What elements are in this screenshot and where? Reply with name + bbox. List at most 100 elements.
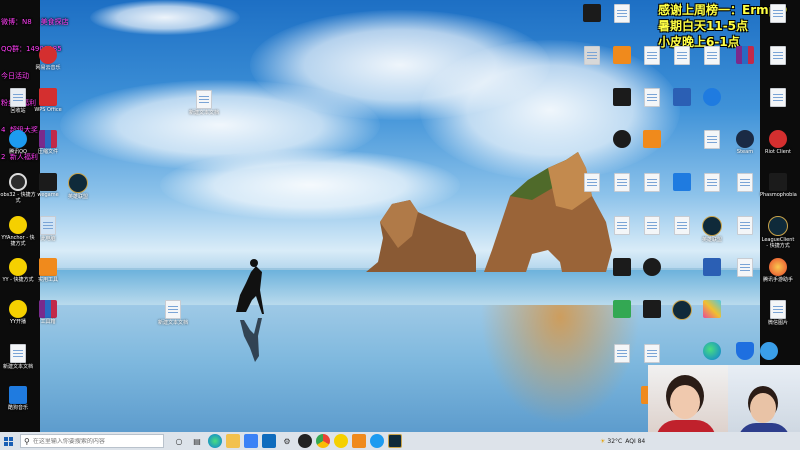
- desktop-icon-doc[interactable]: [727, 258, 763, 278]
- yy-icon: [9, 300, 27, 318]
- desktop-icon-text-doc[interactable]: 新建文本文档: [0, 344, 36, 370]
- desktop-icon-doc[interactable]: [694, 46, 730, 66]
- desktop-icon-toolbox[interactable]: 工具箱: [30, 300, 66, 325]
- desktop-icon-archive[interactable]: [727, 46, 763, 65]
- desktop-icon-label: Riot Client: [765, 149, 791, 155]
- document-icon: [704, 46, 720, 65]
- desktop-icon-center-doc2[interactable]: 新建文本文档: [155, 300, 191, 326]
- desktop-icon-label: 回收站: [10, 108, 26, 114]
- desktop-icon-doc[interactable]: [694, 258, 730, 277]
- desktop-icon-archive[interactable]: 压缩文件: [30, 130, 66, 155]
- document-icon: [614, 344, 630, 363]
- explorer-icon[interactable]: [226, 434, 240, 448]
- desktop-icon-search[interactable]: [694, 88, 730, 107]
- start-button[interactable]: [0, 432, 16, 450]
- desktop-icon-image[interactable]: 微信图片: [760, 300, 796, 326]
- desktop-icon-lol[interactable]: 英雄联盟: [694, 216, 730, 243]
- desktop-icon-center-doc[interactable]: 新建文本文档: [186, 90, 222, 116]
- document-icon: [583, 4, 601, 22]
- document-icon: [644, 46, 660, 65]
- tools-icon: [39, 258, 57, 276]
- lol-icon[interactable]: [388, 434, 402, 448]
- document-icon: [704, 173, 720, 192]
- desktop-icon-phasmophobia[interactable]: Phasmophobia: [760, 173, 797, 198]
- task-view-icon[interactable]: ▤: [190, 434, 204, 448]
- desktop-icon-lol[interactable]: 英雄联盟: [60, 173, 96, 200]
- app-icon: [613, 130, 631, 148]
- document-icon: [644, 344, 660, 363]
- lol-icon: [768, 216, 788, 236]
- desktop-icon-label: 实用工具: [37, 277, 58, 283]
- desktop-icon-doc[interactable]: [604, 4, 640, 24]
- edge-icon[interactable]: [208, 434, 222, 448]
- document-icon: [737, 173, 753, 192]
- desktop-icon-360[interactable]: [727, 342, 763, 361]
- weather-temperature[interactable]: 32°C: [607, 438, 622, 445]
- system-tray: ☀ 32°C AQI 84: [600, 432, 645, 450]
- desktop-icon-kugou[interactable]: 酷狗音乐: [0, 386, 36, 411]
- kugou-icon[interactable]: [352, 434, 366, 448]
- desktop-icon-doc[interactable]: [760, 4, 796, 24]
- computer-icon: [40, 216, 56, 235]
- desktop-icon-wps[interactable]: WPS Office: [30, 88, 66, 113]
- qq-icon[interactable]: [370, 434, 384, 448]
- wps-icon: [39, 88, 57, 106]
- desktop-icon-label: 微信图片: [767, 320, 788, 326]
- document-icon: [737, 258, 753, 277]
- kugou-icon: [9, 386, 27, 404]
- desktop-icon-label: Steam: [736, 149, 754, 155]
- desktop-icon-app[interactable]: [634, 130, 670, 149]
- desktop-icon-netease-music[interactable]: 网易云音乐: [30, 46, 66, 71]
- desktop-icon-tencent-assistant[interactable]: 腾讯手游助手: [760, 258, 796, 283]
- desktop-icon-doc[interactable]: [727, 216, 763, 236]
- document-icon: [644, 88, 660, 107]
- lol-icon: [672, 300, 692, 320]
- document-icon: [673, 88, 691, 106]
- desktop-icon-doc[interactable]: [634, 344, 670, 364]
- desktop-icon-word[interactable]: [760, 88, 796, 108]
- desktop-icon-app[interactable]: [694, 300, 730, 319]
- desktop-icon-doc[interactable]: [694, 173, 730, 193]
- image-icon: [770, 300, 786, 319]
- document-icon: [644, 216, 660, 235]
- document-icon: [737, 216, 753, 235]
- desktop-icon-edge[interactable]: [694, 342, 730, 361]
- desktop-icon-tools[interactable]: 实用工具: [30, 258, 66, 283]
- desktop-icon-leagueclient[interactable]: LeagueClient - 快捷方式: [760, 216, 796, 249]
- desktop-icon-app[interactable]: [634, 258, 670, 277]
- app-icon: [703, 300, 721, 318]
- desktop-icon-label: 此电脑: [40, 236, 56, 242]
- steam-icon: [736, 130, 754, 148]
- app-icon: [643, 130, 661, 148]
- lol-icon: [702, 216, 722, 236]
- obs-icon: [9, 173, 27, 191]
- lol-icon: [68, 173, 88, 193]
- document-icon: [770, 88, 786, 107]
- yy-icon: [9, 216, 27, 234]
- air-quality[interactable]: AQI 84: [625, 438, 645, 445]
- mail-icon[interactable]: [262, 434, 276, 448]
- desktop-icon-doc[interactable]: [694, 130, 730, 150]
- desktop-icon-riot[interactable]: Riot Client: [760, 130, 796, 155]
- desktop-icon-label: 新建文本文档: [157, 320, 188, 326]
- document-icon: [704, 130, 720, 149]
- search-input[interactable]: [32, 437, 153, 445]
- desktop-icon-steam[interactable]: Steam: [727, 130, 763, 155]
- overlay-line: 今日活动: [1, 72, 29, 80]
- store-icon[interactable]: [244, 434, 258, 448]
- chrome-icon[interactable]: [316, 434, 330, 448]
- document-icon: [165, 300, 181, 319]
- desktop-icon-label: LeagueClient - 快捷方式: [761, 237, 795, 249]
- taskbar-search-box[interactable]: ⚲: [20, 434, 164, 448]
- game-icon: [769, 173, 787, 191]
- archive-icon: [736, 46, 754, 64]
- desktop-icon-computer[interactable]: 此电脑: [30, 216, 66, 242]
- task-view-icon[interactable]: ○: [172, 434, 186, 448]
- settings-icon[interactable]: ⚙: [280, 434, 294, 448]
- wegame-icon: [39, 173, 57, 191]
- obs-icon[interactable]: [298, 434, 312, 448]
- desktop-icon-doc[interactable]: [727, 173, 763, 193]
- yy-icon[interactable]: [334, 434, 348, 448]
- desktop-icon-doc[interactable]: [760, 46, 796, 66]
- document-icon: [614, 4, 630, 23]
